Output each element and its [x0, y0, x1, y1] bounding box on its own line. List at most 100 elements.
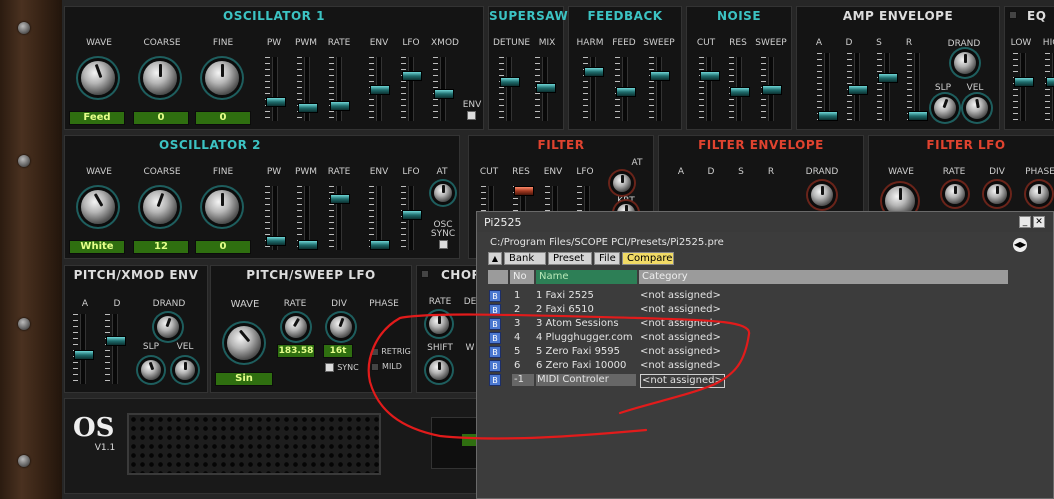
- slp-knob[interactable]: [934, 97, 956, 119]
- preset-row[interactable]: B 4 4 Plugghugger.com <not assigned>: [488, 331, 1006, 345]
- header-name[interactable]: Name: [536, 270, 637, 284]
- xmod-env-checkbox[interactable]: [467, 111, 476, 120]
- low-slider[interactable]: [1014, 53, 1034, 121]
- at-knob[interactable]: [434, 184, 452, 202]
- phase-label: PHASE: [1025, 167, 1054, 177]
- harm-slider[interactable]: [584, 57, 604, 121]
- nav-arrows-icon[interactable]: ◀▶: [1013, 238, 1027, 252]
- speaker-grille: [127, 413, 381, 475]
- rate-knob[interactable]: [285, 316, 307, 338]
- fine-display[interactable]: 0: [195, 240, 251, 254]
- cut-slider[interactable]: [700, 57, 720, 121]
- rate-slider[interactable]: [330, 186, 350, 250]
- wave-display[interactable]: Sin: [215, 372, 273, 386]
- mild-toggle[interactable]: [371, 363, 379, 371]
- tab-compare[interactable]: Compare: [622, 252, 674, 265]
- rate-slider[interactable]: [330, 57, 350, 121]
- wave-knob[interactable]: [81, 190, 115, 224]
- at-knob[interactable]: [613, 174, 631, 192]
- drand-knob[interactable]: [954, 52, 976, 74]
- scroll-up-button[interactable]: ▲: [488, 252, 502, 265]
- rate-knob[interactable]: [429, 314, 449, 334]
- release-slider[interactable]: [908, 53, 928, 121]
- pwm-slider[interactable]: [298, 186, 318, 250]
- div-knob[interactable]: [330, 316, 352, 338]
- attack-slider[interactable]: [818, 53, 838, 121]
- tab-preset[interactable]: Preset: [548, 252, 592, 265]
- pwm-slider[interactable]: [298, 57, 318, 121]
- sustain-slider[interactable]: [878, 53, 898, 121]
- preset-category: <not assigned>: [640, 374, 725, 388]
- fine-display[interactable]: 0: [195, 111, 251, 125]
- close-button[interactable]: ✕: [1033, 216, 1045, 228]
- fine-knob[interactable]: [205, 61, 239, 95]
- phase-knob[interactable]: [1029, 184, 1049, 204]
- mix-slider[interactable]: [536, 57, 556, 121]
- env-label: ENV: [369, 167, 389, 177]
- env-slider[interactable]: [370, 186, 390, 250]
- wave-knob[interactable]: [227, 326, 261, 360]
- tab-file[interactable]: File: [594, 252, 620, 265]
- fine-knob[interactable]: [205, 190, 239, 224]
- cut-label: CUT: [479, 167, 499, 177]
- eq-enable-toggle[interactable]: [1009, 11, 1017, 19]
- title-bar[interactable]: Pi2525 _ ✕: [477, 212, 1053, 232]
- wave-display[interactable]: Feed: [69, 111, 125, 125]
- preset-row[interactable]: B 3 3 Atom Sessions <not assigned>: [488, 317, 1006, 331]
- attack-label: A: [677, 167, 685, 177]
- vel-knob[interactable]: [175, 360, 195, 380]
- oscillator-2-section: OSCILLATOR 2 WAVE COARSE FINE White 12 0…: [64, 135, 460, 259]
- sync-checkbox[interactable]: [325, 363, 334, 372]
- preset-name: MIDI Controler: [536, 374, 636, 386]
- decay-slider[interactable]: [106, 314, 126, 384]
- preset-row[interactable]: B 5 5 Zero Faxi 9595 <not assigned>: [488, 345, 1006, 359]
- pw-slider[interactable]: [266, 186, 286, 250]
- preset-row[interactable]: B 2 2 Faxi 6510 <not assigned>: [488, 303, 1006, 317]
- decay-slider[interactable]: [848, 53, 868, 121]
- lfo-slider[interactable]: [402, 186, 422, 250]
- retrig-toggle[interactable]: [371, 348, 379, 356]
- wave-knob[interactable]: [81, 61, 115, 95]
- section-title: FILTER ENVELOPE: [698, 138, 824, 152]
- vel-knob[interactable]: [966, 97, 988, 119]
- div-knob[interactable]: [987, 184, 1007, 204]
- coarse-display[interactable]: 0: [133, 111, 189, 125]
- sweep-slider[interactable]: [762, 57, 782, 121]
- lfo-slider[interactable]: [402, 57, 422, 121]
- chorus-enable-toggle[interactable]: [421, 270, 429, 278]
- pw-slider[interactable]: [266, 57, 286, 121]
- drand-knob[interactable]: [811, 184, 833, 206]
- oscillator-1-section: OSCILLATOR 1 WAVE COARSE FINE Feed 0 0 P…: [64, 6, 484, 130]
- coarse-display[interactable]: 12: [133, 240, 189, 254]
- preset-row[interactable]: B 6 6 Zero Faxi 10000 <not assigned>: [488, 359, 1006, 373]
- bank-badge-icon: B: [489, 346, 501, 358]
- shift-knob[interactable]: [429, 360, 449, 380]
- release-label: R: [905, 38, 913, 48]
- coarse-knob[interactable]: [143, 61, 177, 95]
- tab-bank[interactable]: Bank: [504, 252, 546, 265]
- osc-sync-checkbox[interactable]: [439, 240, 448, 249]
- attack-slider[interactable]: [74, 314, 94, 384]
- div-label: DIV: [989, 167, 1005, 177]
- div-display[interactable]: 16t: [323, 344, 353, 358]
- coarse-knob[interactable]: [143, 190, 177, 224]
- rate-display[interactable]: 183.58: [277, 344, 315, 358]
- header-no[interactable]: No: [510, 270, 534, 284]
- slp-knob[interactable]: [141, 360, 161, 380]
- preset-row[interactable]: B 1 1 Faxi 2525 <not assigned>: [488, 289, 1006, 303]
- feed-slider[interactable]: [616, 57, 636, 121]
- preset-row-selected[interactable]: B -1 MIDI Controler <not assigned>: [488, 373, 1006, 388]
- chorus-section: CHOR RATE DE SHIFT W: [416, 265, 481, 393]
- detune-slider[interactable]: [500, 57, 520, 121]
- rate-knob[interactable]: [945, 184, 965, 204]
- drand-knob[interactable]: [157, 316, 179, 338]
- res-slider[interactable]: [730, 57, 750, 121]
- header-category[interactable]: Category: [639, 270, 1008, 284]
- sweep-slider[interactable]: [650, 57, 670, 121]
- wave-display[interactable]: White: [69, 240, 125, 254]
- shift-label: SHIFT: [427, 343, 453, 353]
- res-label: RES: [512, 167, 530, 177]
- minimize-button[interactable]: _: [1019, 216, 1031, 228]
- env-slider[interactable]: [370, 57, 390, 121]
- xmod-slider[interactable]: [434, 57, 454, 121]
